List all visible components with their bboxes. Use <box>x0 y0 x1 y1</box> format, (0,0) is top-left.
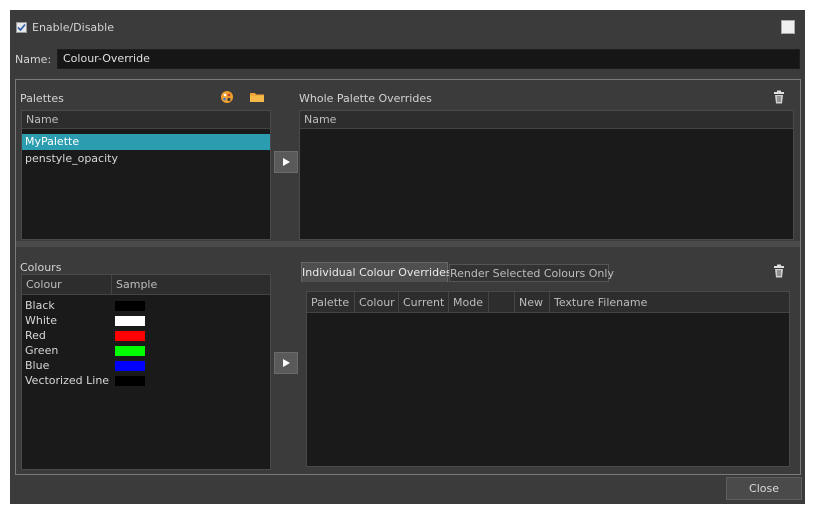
trash-icon[interactable] <box>773 90 785 104</box>
colour-name: Green <box>25 344 59 357</box>
colour-column-header[interactable]: Colour <box>22 275 112 294</box>
colour-sample-swatch <box>115 346 145 356</box>
colour-row[interactable]: Black <box>22 298 270 313</box>
section-splitter[interactable] <box>16 241 800 247</box>
texture-filename-column-header[interactable]: Texture Filename <box>550 292 789 312</box>
palettes-title: Palettes <box>20 92 64 105</box>
colours-list-header: Colour Sample <box>22 275 270 295</box>
palettes-list-header: Name <box>22 111 270 129</box>
palette-icon[interactable] <box>220 90 234 104</box>
colour-name: Red <box>25 329 46 342</box>
blank-column-header[interactable] <box>489 292 515 312</box>
colour-sample-swatch <box>115 301 145 311</box>
enable-checkbox[interactable] <box>16 22 27 33</box>
name-column-header[interactable]: Name <box>22 111 270 128</box>
name-column-header[interactable]: Name <box>300 111 793 128</box>
colour-sample-swatch <box>115 376 145 386</box>
colour-sample-swatch <box>115 361 145 371</box>
palette-column-header[interactable]: Palette <box>307 292 355 312</box>
palettes-list: Name MyPalette penstyle_opacity <box>21 110 271 240</box>
palette-row[interactable]: penstyle_opacity <box>22 151 270 167</box>
new-column-header[interactable]: New <box>515 292 550 312</box>
colours-list: Colour Sample Black White Red Green Blue Vect… <box>21 274 271 470</box>
enable-label: Enable/Disable <box>32 21 114 34</box>
whole-overrides-header: Name <box>300 111 793 129</box>
tab-individual-colour-overrides[interactable]: Individual Colour Overrides <box>301 262 452 282</box>
colour-name: Blue <box>25 359 50 372</box>
float-toggle-button[interactable] <box>781 20 795 34</box>
colour-name: White <box>25 314 57 327</box>
close-button[interactable]: Close <box>726 477 802 500</box>
colour-row[interactable]: Green <box>22 343 270 358</box>
individual-overrides-table: Palette Colour Current Mode New Texture … <box>306 291 790 467</box>
colour-row[interactable]: White <box>22 313 270 328</box>
colour-row[interactable]: Blue <box>22 358 270 373</box>
colour-column-header[interactable]: Colour <box>355 292 399 312</box>
trash-icon[interactable] <box>773 264 785 278</box>
add-colour-override-button[interactable] <box>274 352 298 374</box>
overrides-group: Palettes Name MyPalette penstyle_opacity <box>15 79 801 475</box>
individual-overrides-header: Palette Colour Current Mode New Texture … <box>307 292 789 313</box>
play-arrow-icon <box>283 158 290 166</box>
colour-sample-swatch <box>115 316 145 326</box>
folder-icon[interactable] <box>250 91 264 103</box>
colour-override-dialog: Enable/Disable Name: Colour-Override Pal… <box>10 10 805 504</box>
tab-render-selected-colours-only[interactable]: Render Selected Colours Only <box>449 264 614 282</box>
colour-name: Vectorized Line <box>25 374 110 387</box>
add-whole-override-button[interactable] <box>274 151 298 173</box>
colours-title: Colours <box>20 261 62 274</box>
sample-column-header[interactable]: Sample <box>112 275 270 294</box>
colour-name: Black <box>25 299 55 312</box>
name-label: Name: <box>15 53 52 66</box>
name-input[interactable]: Colour-Override <box>57 49 800 69</box>
current-column-header[interactable]: Current <box>399 292 449 312</box>
whole-overrides-title: Whole Palette Overrides <box>299 92 432 105</box>
colour-row[interactable]: Red <box>22 328 270 343</box>
colour-sample-swatch <box>115 331 145 341</box>
play-arrow-icon <box>283 359 290 367</box>
mode-column-header[interactable]: Mode <box>449 292 489 312</box>
palette-row-selected[interactable]: MyPalette <box>22 134 270 150</box>
whole-overrides-list: Name <box>299 110 794 240</box>
checkmark-icon <box>17 23 26 32</box>
colour-row[interactable]: Vectorized Line <box>22 373 270 388</box>
